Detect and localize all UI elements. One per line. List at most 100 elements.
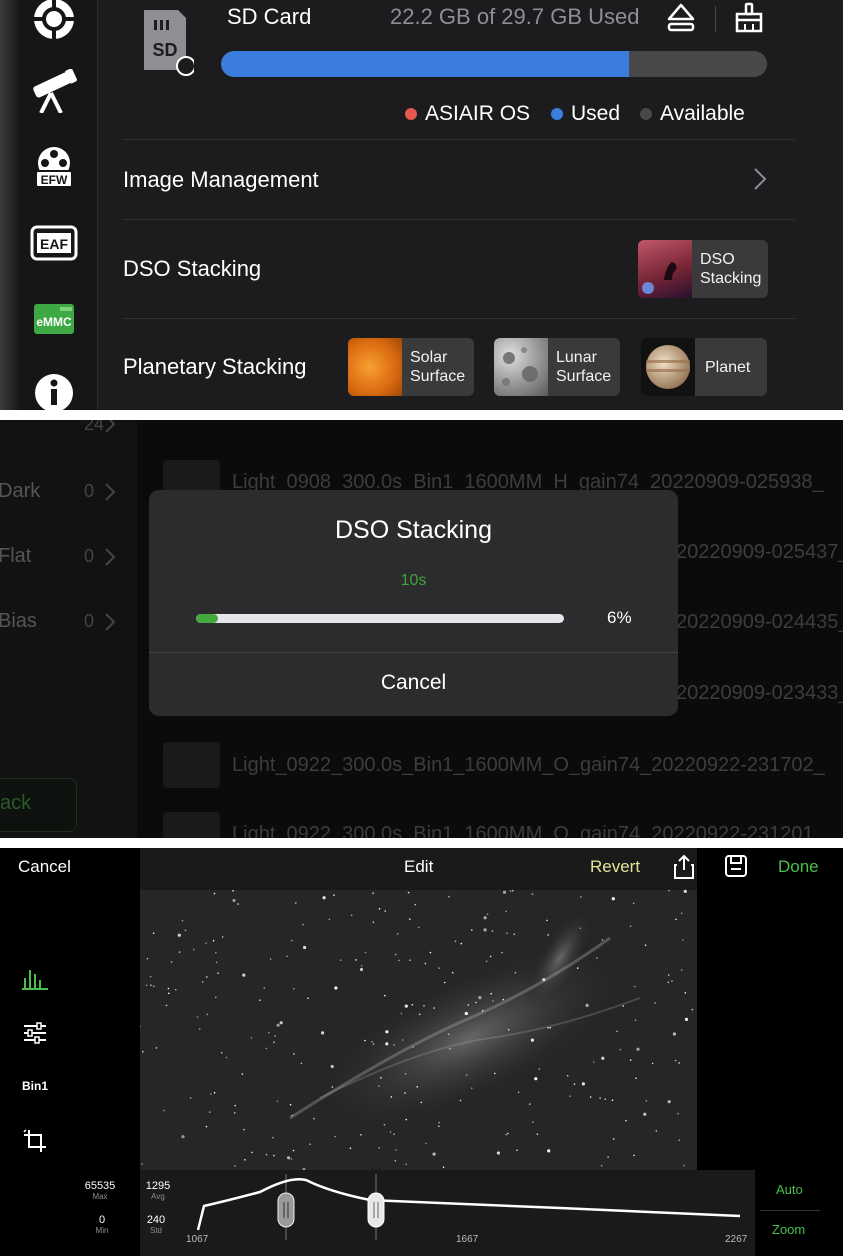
star [547,934,549,936]
efw-icon[interactable]: EFW [27,140,81,194]
star [378,1147,380,1149]
star [393,1044,395,1046]
star [542,978,546,982]
star [579,927,582,930]
legend-dot [405,108,417,120]
zoom-button[interactable]: Zoom [772,1222,805,1237]
jupiter-thumbnail [641,338,695,396]
solar-surface-thumbnail [348,338,402,396]
legend-dot [640,108,652,120]
lunar-surface-tile[interactable]: Lunar Surface [494,338,620,396]
chevron-right-icon[interactable] [104,547,116,572]
star [279,1021,283,1025]
image-management-row[interactable]: Image Management [123,167,319,193]
star [507,1028,510,1031]
star [293,1053,295,1055]
nebula-image[interactable] [139,848,697,1172]
back-button-label: ack [0,792,32,814]
star [475,1001,477,1004]
star [265,1153,268,1156]
star [273,1041,275,1043]
clean-broom-icon[interactable] [733,2,765,39]
file-row[interactable]: 20220909-024435_ [676,611,843,634]
star [220,1052,223,1054]
star [313,1117,315,1120]
save-icon[interactable] [724,854,748,883]
planet-tile[interactable]: Planet [641,338,767,396]
star [213,1091,216,1094]
adjust-sliders-icon[interactable] [22,1021,48,1050]
stat-value: 65535 [84,1180,116,1192]
star [432,1152,436,1156]
file-row[interactable]: 20220909-023433_ [676,682,843,705]
guide-target-icon[interactable] [27,0,81,46]
file-thumbnail [163,742,220,788]
stat-min: 0 Min [82,1214,122,1235]
star [589,1096,592,1098]
star [411,1004,414,1006]
chevron-right-icon[interactable] [104,612,116,637]
chevron-right-icon[interactable] [752,166,768,197]
histogram-icon[interactable] [22,966,48,995]
share-icon[interactable] [672,854,696,885]
chevron-right-icon[interactable] [104,420,116,439]
star [414,903,417,906]
file-row[interactable]: 20220909-025437_ [676,541,843,564]
svg-text:EAF: EAF [40,236,68,252]
auto-button[interactable]: Auto [776,1182,803,1197]
revert-button[interactable]: Revert [590,857,640,877]
star [507,1132,509,1135]
emmc-icon[interactable]: eMMC [27,292,81,346]
star [213,892,216,895]
star [221,936,224,938]
star [654,1002,656,1004]
star [198,1028,201,1030]
star [505,1133,508,1136]
cancel-button[interactable]: Cancel [149,671,678,695]
crop-rotate-icon[interactable] [22,1128,48,1159]
star [153,985,155,988]
star [364,1039,366,1042]
eject-icon[interactable] [666,2,696,39]
white-point-handle[interactable] [367,1192,385,1233]
file-row[interactable]: Light_0922_300.0s_Bin1_1600MM_O_gain74_2… [232,754,825,777]
star [334,1135,336,1138]
star [328,918,331,921]
sd-card-icon: SD [140,8,196,76]
done-button[interactable]: Done [778,857,819,877]
star [289,1103,292,1106]
telescope-icon[interactable] [27,64,81,118]
black-point-handle[interactable] [277,1192,295,1233]
star [385,1042,389,1046]
frame-type-flat[interactable]: Flat [0,545,31,568]
star [291,939,293,942]
star [212,939,215,942]
star [683,1164,685,1167]
chevron-right-icon[interactable] [104,482,116,507]
star [678,1139,681,1141]
star [273,1154,275,1157]
star [265,1047,268,1050]
solar-surface-tile[interactable]: Solar Surface [348,338,474,396]
frame-type-bias[interactable]: Bias [0,610,37,633]
star [163,1109,165,1112]
bin-button[interactable]: Bin1 [22,1079,48,1093]
star [625,1119,627,1122]
star [177,933,181,937]
star [193,948,195,951]
star [210,1093,212,1095]
frame-type-dark[interactable]: Dark [0,480,40,503]
eaf-icon[interactable]: EAF [27,216,81,270]
progress-percent: 6% [607,608,632,627]
star [268,1031,270,1034]
star [350,914,353,917]
cancel-button[interactable]: Cancel [18,857,71,877]
star [167,987,170,990]
star [371,1040,373,1043]
file-row[interactable]: Light_0922_300.0s_Bin1_1600MM_O_gain74_2… [232,823,814,838]
dso-stacking-tile[interactable]: DSO Stacking [638,240,768,298]
info-icon[interactable] [27,366,81,410]
star [580,896,582,898]
star [372,921,375,923]
frame-count: 0 [84,611,95,631]
